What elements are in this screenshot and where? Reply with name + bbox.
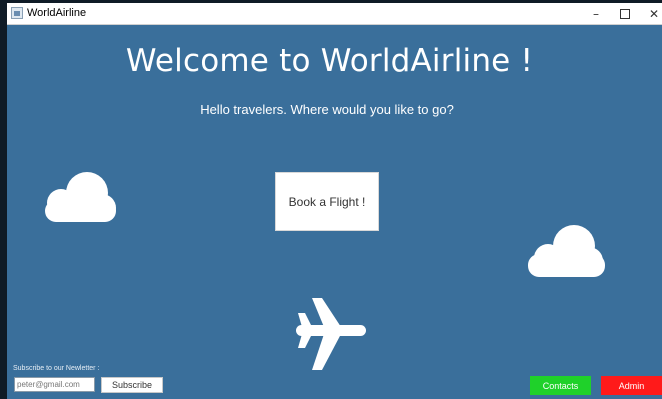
title-bar: WorldAirline – ✕ <box>7 3 662 25</box>
minimize-button[interactable]: – <box>581 3 611 24</box>
airplane-icon <box>296 298 366 370</box>
newsletter-label: Subscribe to our Newletter : <box>13 365 100 372</box>
welcome-heading: Welcome to WorldAirline ! <box>125 43 534 79</box>
admin-button[interactable]: Admin <box>601 376 662 395</box>
cloud-icon <box>528 225 605 277</box>
maximize-button[interactable] <box>610 3 640 24</box>
email-field[interactable] <box>14 377 95 392</box>
subscribe-button[interactable]: Subscribe <box>101 377 163 393</box>
app-icon <box>11 7 23 19</box>
app-window: WorldAirline – ✕ Welcome to WorldAirline… <box>7 3 662 399</box>
welcome-subheading: Hello travelers. Where would you like to… <box>200 102 454 117</box>
maximize-icon <box>620 8 630 19</box>
contacts-button[interactable]: Contacts <box>530 376 591 395</box>
cloud-icon <box>45 172 116 222</box>
book-flight-button[interactable]: Book a Flight ! <box>275 172 379 231</box>
window-title: WorldAirline <box>27 7 87 19</box>
close-button[interactable]: ✕ <box>639 3 662 24</box>
